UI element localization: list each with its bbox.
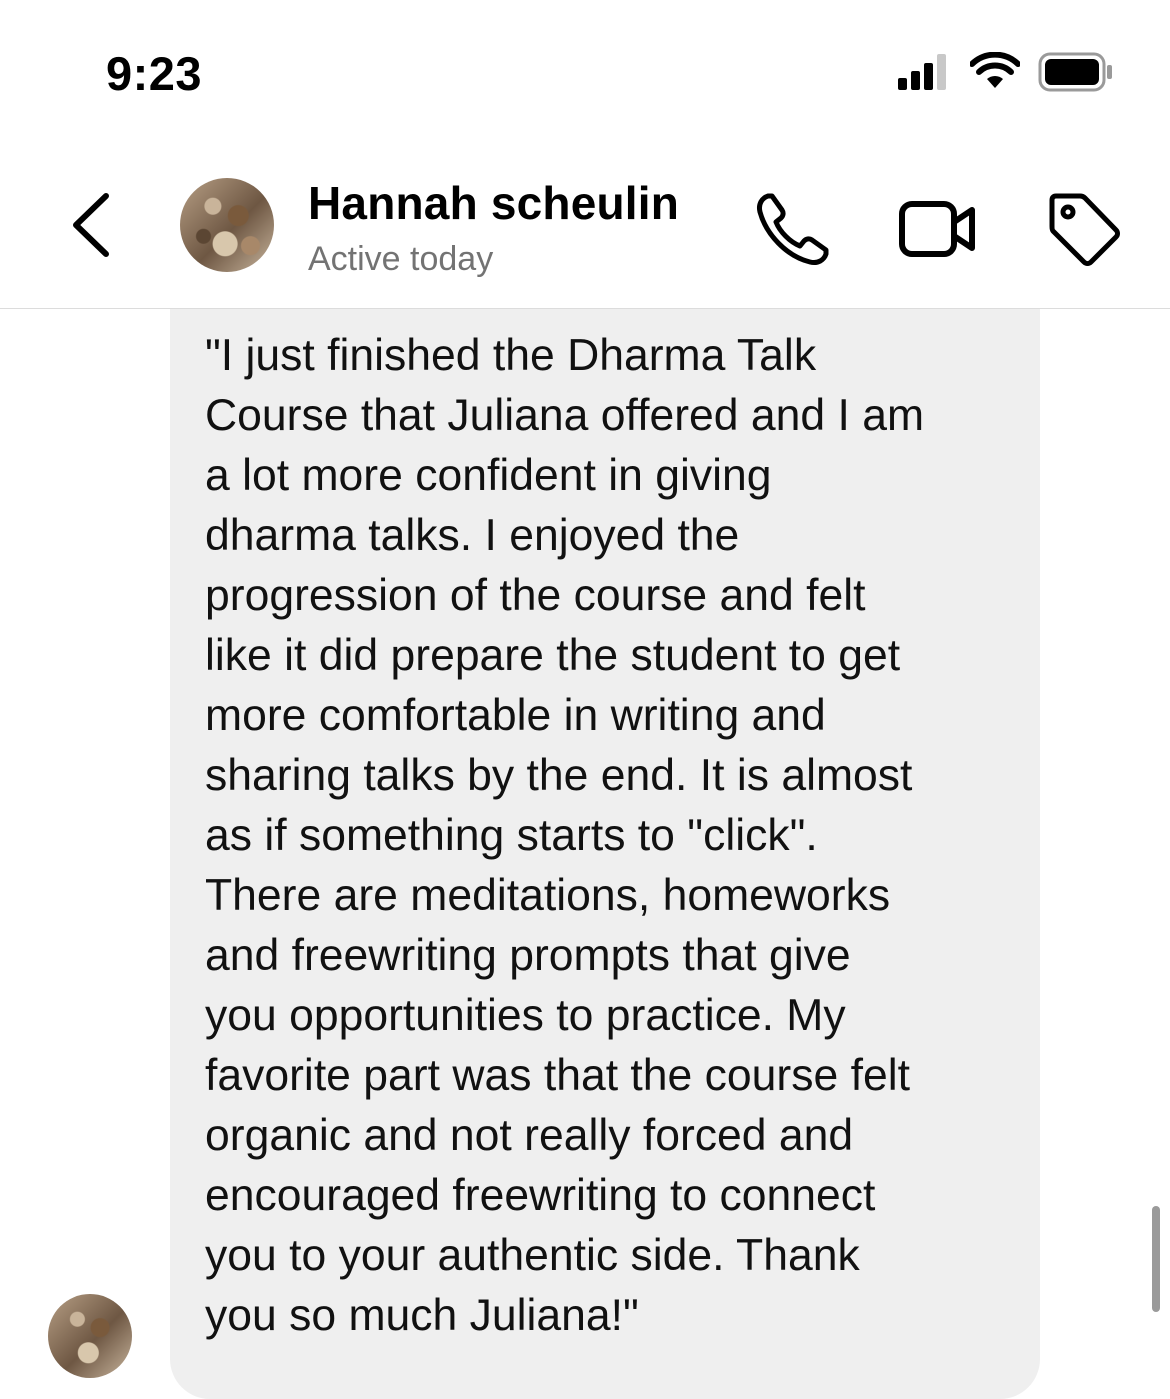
contact-name[interactable]: Hannah scheulin (308, 176, 679, 230)
status-icons (898, 52, 1118, 96)
call-button[interactable] (752, 190, 832, 270)
status-time: 9:23 (106, 47, 203, 100)
chevron-left-icon (73, 193, 109, 257)
battery-icon (1038, 52, 1112, 92)
cellular-signal-icon (898, 54, 946, 90)
chat-header: Hannah scheulin Active today (0, 150, 1170, 309)
status-bar: 9:23 (0, 0, 1170, 150)
phone-icon (757, 193, 829, 265)
back-button[interactable] (62, 190, 122, 260)
tag-button[interactable] (1044, 190, 1124, 270)
sender-avatar[interactable] (48, 1294, 132, 1378)
message-text: "I just finished the Dharma Talk Course … (205, 331, 925, 1340)
scrollbar[interactable] (1152, 1206, 1160, 1312)
wifi-icon (970, 52, 1020, 88)
contact-avatar[interactable] (180, 178, 274, 272)
video-call-button[interactable] (896, 190, 980, 270)
video-camera-icon (899, 201, 975, 257)
tag-icon (1049, 193, 1120, 266)
contact-status: Active today (308, 240, 494, 278)
